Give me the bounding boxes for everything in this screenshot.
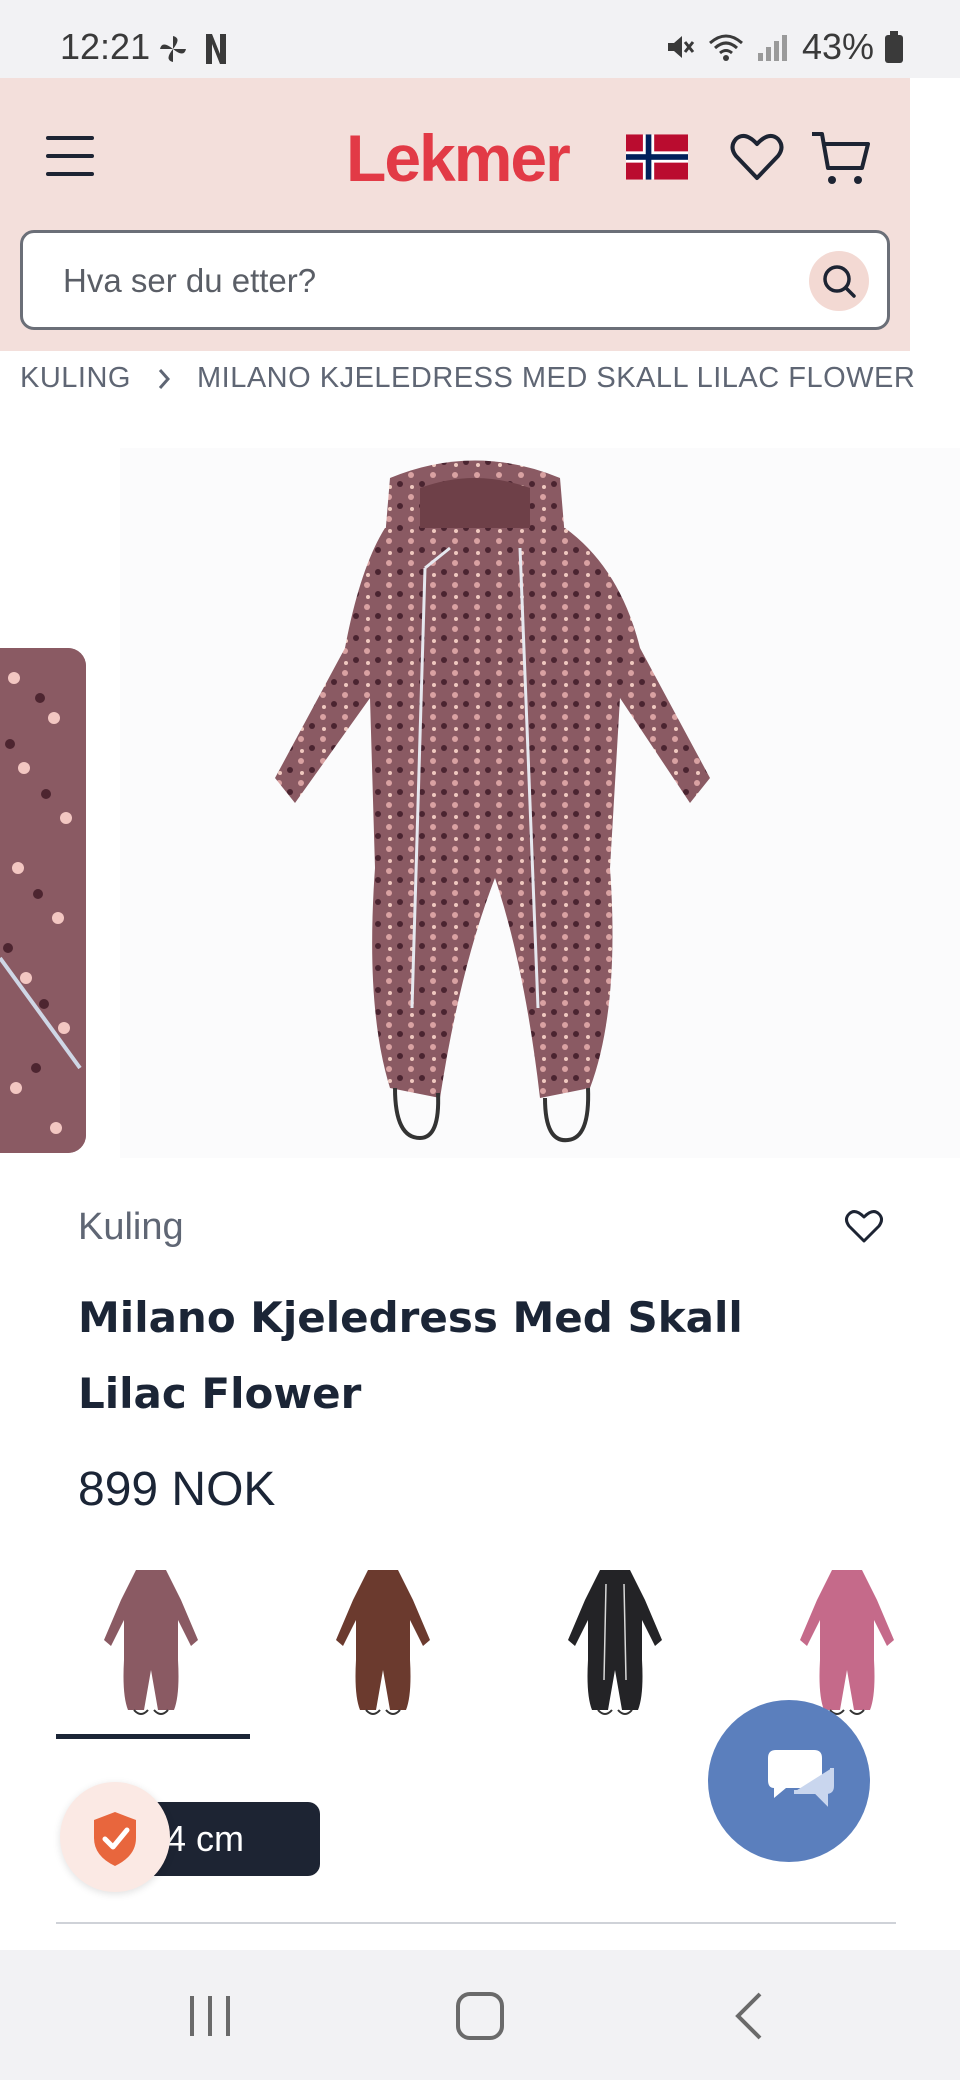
product-main-image[interactable] bbox=[120, 448, 960, 1158]
menu-icon-line bbox=[46, 172, 94, 176]
trust-badge-button[interactable] bbox=[60, 1782, 170, 1892]
breadcrumb: KULING MILANO KJELEDRESS MED SKALL LILAC… bbox=[20, 362, 915, 395]
menu-button[interactable] bbox=[46, 136, 96, 176]
menu-icon bbox=[46, 136, 94, 140]
variant-thumbnail[interactable] bbox=[520, 1560, 710, 1720]
status-notification-icons bbox=[156, 32, 228, 66]
menu-icon-line bbox=[46, 154, 94, 158]
battery-icon bbox=[885, 31, 903, 63]
battery-percent: 43% bbox=[801, 26, 874, 67]
product-brand[interactable]: Kuling bbox=[78, 1206, 184, 1249]
variant-thumbnail[interactable] bbox=[752, 1560, 942, 1720]
search-input[interactable] bbox=[63, 253, 783, 309]
lekmer-logo[interactable]: Lekmer bbox=[346, 120, 571, 196]
search-button[interactable] bbox=[809, 251, 869, 311]
cart-icon[interactable] bbox=[810, 128, 872, 188]
status-right: 43% bbox=[664, 26, 904, 68]
product-price: 899 NOK bbox=[78, 1463, 276, 1516]
flower-pattern-image bbox=[0, 648, 86, 1153]
system-nav-bar bbox=[0, 1950, 960, 2080]
search-bar bbox=[20, 230, 890, 330]
shield-check-icon bbox=[94, 1812, 136, 1866]
recent-apps-icon[interactable] bbox=[180, 1986, 240, 2046]
netflix-icon bbox=[206, 34, 226, 64]
wifi-icon bbox=[708, 34, 743, 61]
breadcrumb-item[interactable]: KULING bbox=[20, 362, 131, 395]
size-label: 4 cm bbox=[166, 1818, 245, 1859]
mute-icon bbox=[667, 36, 695, 58]
wishlist-heart-icon[interactable] bbox=[728, 128, 786, 186]
back-icon[interactable] bbox=[720, 1986, 780, 2046]
add-to-wishlist-heart-icon[interactable] bbox=[844, 1208, 884, 1244]
gallery-prev-image[interactable] bbox=[0, 648, 86, 1153]
variant-thumbnail[interactable] bbox=[288, 1560, 478, 1720]
chat-button[interactable] bbox=[708, 1700, 870, 1862]
chevron-right-icon bbox=[158, 368, 170, 389]
home-icon[interactable] bbox=[450, 1986, 510, 2046]
status-bar: 12:21 43% bbox=[0, 0, 960, 78]
breadcrumb-current: MILANO KJELEDRESS MED SKALL LILAC FLOWER bbox=[196, 362, 916, 394]
variant-thumbnail[interactable] bbox=[56, 1560, 246, 1720]
site-header: Lekmer bbox=[0, 78, 910, 351]
signal-icon bbox=[757, 35, 787, 61]
snowsuit-image bbox=[275, 460, 710, 1143]
search-icon bbox=[823, 265, 856, 298]
product-title: Milano Kjeledress Med Skall Lilac Flower bbox=[78, 1293, 743, 1418]
selected-variant-indicator bbox=[56, 1734, 250, 1739]
chat-bubble-icon bbox=[768, 1750, 834, 1807]
status-time: 12:21 bbox=[60, 26, 151, 67]
pinwheel-icon bbox=[160, 36, 186, 62]
section-divider bbox=[56, 1922, 896, 1924]
norway-flag-icon[interactable] bbox=[626, 134, 688, 180]
product-gallery[interactable] bbox=[0, 448, 960, 1158]
